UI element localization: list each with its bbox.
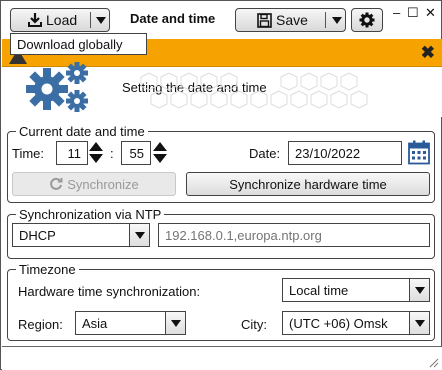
spin-down-icon[interactable] <box>89 154 103 163</box>
current-datetime-legend: Current date and time <box>16 124 148 139</box>
chevron-down-icon[interactable] <box>332 17 342 24</box>
hw-sync-value: Local time <box>289 283 349 298</box>
settings-button[interactable] <box>351 8 383 32</box>
minutes-input[interactable] <box>121 141 151 165</box>
synchronize-label: Synchronize <box>67 176 139 192</box>
save-button[interactable]: Save <box>235 8 346 32</box>
city-dropdown[interactable]: (UTC +06) Omsk <box>282 311 430 335</box>
load-tooltip: Download globally <box>10 33 147 55</box>
chevron-down-icon[interactable] <box>165 312 185 334</box>
gear-icon <box>359 12 375 28</box>
city-label: City: <box>241 317 267 332</box>
hw-sync-label: Hardware time synchronization: <box>18 284 201 299</box>
load-button[interactable]: Load <box>10 8 110 32</box>
ntp-servers-input[interactable] <box>158 223 430 247</box>
chevron-down-icon[interactable] <box>96 17 106 24</box>
region-label: Region: <box>18 317 63 332</box>
ntp-legend: Synchronization via NTP <box>16 207 165 222</box>
ntp-mode-value: DHCP <box>19 228 56 243</box>
city-value: (UTC +06) Omsk <box>289 316 388 331</box>
settings-gears-icon <box>26 62 88 112</box>
minutes-spinner[interactable] <box>152 141 168 165</box>
chevron-down-icon[interactable] <box>409 312 429 334</box>
chevron-down-icon[interactable] <box>129 224 149 246</box>
synchronize-hardware-label: Synchronize hardware time <box>229 176 387 192</box>
save-icon <box>257 12 272 28</box>
resize-grip-icon[interactable] <box>427 356 439 368</box>
timezone-legend: Timezone <box>16 262 79 277</box>
download-icon <box>28 13 42 27</box>
close-window-icon[interactable]: ✕ <box>425 6 436 20</box>
region-dropdown[interactable]: Asia <box>75 311 186 335</box>
hours-spinner[interactable] <box>88 141 104 165</box>
refresh-icon <box>50 177 63 190</box>
window-title: Date and time <box>130 11 216 26</box>
hexagon-pattern <box>140 72 368 109</box>
date-input[interactable] <box>288 141 402 165</box>
load-label: Load <box>46 12 78 28</box>
app-window: Load Date and time Save – ☐ ✕ ✖ Download… <box>0 0 442 370</box>
spin-down-icon[interactable] <box>153 154 167 163</box>
ntp-mode-dropdown[interactable]: DHCP <box>12 223 150 247</box>
save-label: Save <box>276 12 308 28</box>
spin-up-icon[interactable] <box>89 142 103 151</box>
calendar-icon[interactable] <box>408 140 430 165</box>
spin-up-icon[interactable] <box>153 142 167 151</box>
status-bar <box>2 346 442 370</box>
minimize-icon[interactable]: – <box>393 6 400 20</box>
time-label: Time: <box>12 146 45 161</box>
hw-sync-dropdown[interactable]: Local time <box>282 278 430 302</box>
banner-close-icon[interactable]: ✖ <box>421 43 435 63</box>
chevron-down-icon[interactable] <box>409 279 429 301</box>
maximize-icon[interactable]: ☐ <box>407 6 419 20</box>
hours-input[interactable] <box>56 141 88 165</box>
time-separator: : <box>110 146 114 161</box>
synchronize-hardware-button[interactable]: Synchronize hardware time <box>186 172 430 196</box>
region-value: Asia <box>82 316 108 331</box>
synchronize-button[interactable]: Synchronize <box>12 172 176 196</box>
date-label: Date: <box>249 146 281 161</box>
